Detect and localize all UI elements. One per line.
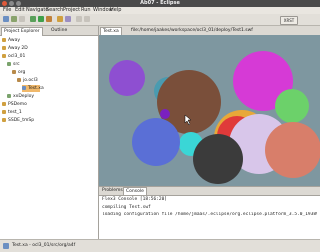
circle-shape <box>275 89 309 123</box>
tab-console[interactable]: Console <box>123 187 147 195</box>
perspective-button[interactable]: XRST <box>280 16 298 25</box>
circle-shape <box>193 134 243 184</box>
folder-icon <box>2 53 6 58</box>
forward-icon[interactable] <box>84 16 90 22</box>
tree-item-label: ocl3_01 <box>8 54 26 59</box>
tab-outline[interactable]: Outline <box>49 27 69 35</box>
external-tools-icon[interactable] <box>46 16 52 22</box>
tree-item[interactable]: Away 2D <box>2 45 28 52</box>
back-icon[interactable] <box>76 16 82 22</box>
tree-item[interactable]: xxDeploy <box>7 93 34 100</box>
folder-icon <box>2 109 6 114</box>
tab-problems[interactable]: Problems <box>100 187 125 194</box>
tree-item[interactable]: Test.xa <box>22 85 44 92</box>
console-tabs: Problems Console <box>99 187 320 196</box>
folder-icon <box>7 61 11 66</box>
project-tree: Away Away 2D ocl3_01src org jo.ocl3 Test.xa xx… <box>0 37 98 237</box>
tab-swf-preview[interactable]: file:/home/jaakes/workspace/ocl3_01/depl… <box>129 27 283 35</box>
menu-run[interactable]: Run <box>81 7 91 14</box>
tree-item[interactable]: SSDE_tmSp <box>2 117 34 124</box>
save-icon[interactable] <box>11 16 17 22</box>
circle-shape <box>109 60 145 96</box>
tree-item[interactable]: ocl3_01 <box>2 53 25 60</box>
folder-icon <box>12 69 16 74</box>
title-bar: Ab07 - Eclipse <box>0 0 320 7</box>
project-explorer-panel: Project Explorer Outline Away Away 2D ocl3… <box>0 26 99 239</box>
tree-item[interactable]: src <box>7 61 20 68</box>
search-icon[interactable] <box>65 16 71 22</box>
folder-icon <box>2 101 6 106</box>
tree-item-label: Test.xa <box>28 86 44 91</box>
editor-area: Test.xa file:/home/jaakes/workspace/ocl3… <box>99 26 320 186</box>
console-line: loading configuration file /home/jmaas/.… <box>102 212 317 217</box>
tree-item-label: SSDE_tmSp <box>8 118 35 123</box>
folder-icon <box>17 77 21 82</box>
tree-item-label: PSDemo <box>8 102 27 107</box>
console-panel: Problems Console Flex3 Console [18:56:20… <box>99 186 320 240</box>
tree-item-label: src <box>13 62 20 67</box>
menu-file[interactable]: File <box>3 7 11 14</box>
menu-search[interactable]: Search <box>46 7 63 14</box>
menu-bar: File Edit Navigate Search Project Run Wi… <box>0 7 320 14</box>
console-line: compiling Test.swf <box>102 205 151 210</box>
print-icon[interactable] <box>19 16 25 22</box>
folder-icon <box>2 117 6 122</box>
tree-item-label: test_1 <box>8 110 22 115</box>
status-text: Test.xa - ocl3_01/src/org/a4f <box>12 243 76 248</box>
left-panel-tabs: Project Explorer Outline <box>0 26 98 36</box>
swf-canvas[interactable] <box>99 35 320 186</box>
folder-icon <box>2 37 6 42</box>
tree-item-label: Away 2D <box>8 46 28 51</box>
circle-shape <box>160 109 170 119</box>
tree-item-label: org <box>18 70 26 75</box>
tree-item[interactable]: test_1 <box>2 109 22 116</box>
menu-help[interactable]: Help <box>110 7 121 14</box>
folder-icon <box>7 93 11 98</box>
circles-drawing <box>109 51 320 184</box>
tree-item-label: jo.ocl3 <box>23 78 38 83</box>
new-icon[interactable] <box>3 16 9 22</box>
tab-project-explorer[interactable]: Project Explorer <box>1 27 43 36</box>
folder-icon <box>2 45 6 50</box>
toolbar <box>0 14 320 26</box>
status-bar: Test.xa - ocl3_01/src/org/a4f <box>0 239 320 252</box>
tree-item-label: Away <box>8 38 20 43</box>
tree-item-label: xxDeploy <box>13 94 35 99</box>
console-header: Flex3 Console [18:56:20] <box>102 197 168 202</box>
folder-icon <box>22 85 26 90</box>
circle-shape <box>265 122 320 178</box>
tree-item[interactable]: org <box>12 69 25 76</box>
circle-shape <box>132 118 180 166</box>
open-type-icon[interactable] <box>57 16 63 22</box>
menu-project[interactable]: Project <box>63 7 80 14</box>
run-icon[interactable] <box>38 16 44 22</box>
window-title: Ab07 - Eclipse <box>140 0 180 6</box>
tree-item[interactable]: Away <box>2 37 20 44</box>
debug-icon[interactable] <box>30 16 36 22</box>
tree-item[interactable]: PSDemo <box>2 101 27 108</box>
tree-item[interactable]: jo.ocl3 <box>17 77 38 84</box>
menu-edit[interactable]: Edit <box>15 7 25 14</box>
file-icon <box>3 243 9 249</box>
